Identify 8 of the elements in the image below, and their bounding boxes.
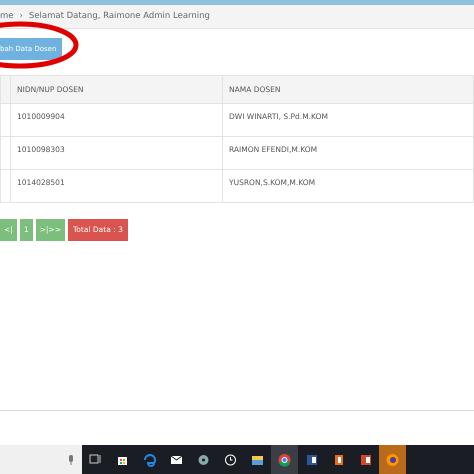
microphone-icon[interactable] (68, 454, 74, 464)
alarm-icon (223, 452, 238, 468)
breadcrumb-link[interactable]: me (0, 10, 14, 23)
breadcrumb-current: Selamat Datang, Raimone Admin Learning (28, 10, 210, 23)
breadcrumb-separator: › (20, 10, 23, 23)
firefox-icon (385, 452, 400, 468)
edge-icon (142, 452, 157, 468)
chrome-icon (277, 452, 292, 468)
